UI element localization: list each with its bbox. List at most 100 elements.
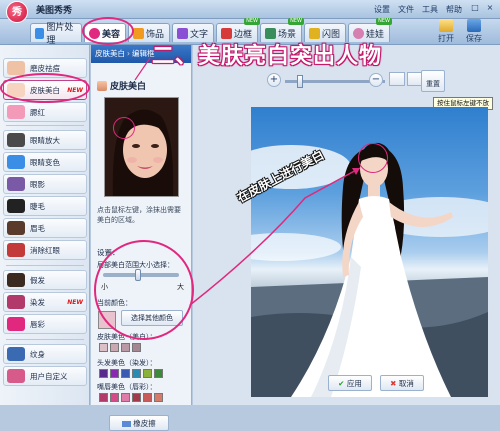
skin-whiten-icon xyxy=(97,80,107,91)
sidebar-divider xyxy=(6,265,84,266)
sidebar-item-label: 眼睛变色 xyxy=(30,157,60,167)
eyebrow-icon xyxy=(7,221,25,235)
panel-title: 皮肤美白 xyxy=(97,79,146,92)
highlight-ring-skin-whiten xyxy=(0,73,90,103)
sidebar-item-label: 染发 xyxy=(30,297,45,307)
eraser-button[interactable]: 橡皮擦 xyxy=(109,415,169,431)
hair-color-swatches xyxy=(99,369,163,378)
save-button[interactable]: 保存 xyxy=(466,19,482,44)
sidebar-item-label: 眼影 xyxy=(30,179,45,189)
frame-icon xyxy=(221,27,232,39)
title-bar: 秀 美图秀秀 设置 文件 工具 帮助 - □ × xyxy=(0,0,500,23)
sidebar-item-label: 眼睛放大 xyxy=(30,135,60,145)
skin-color-swatch[interactable] xyxy=(121,343,130,352)
new-badge: NEW xyxy=(244,18,260,25)
zoom-slider-thumb[interactable] xyxy=(297,75,303,88)
skin-color-swatch[interactable] xyxy=(110,343,119,352)
sidebar-item[interactable]: 眼影 xyxy=(3,174,87,194)
blush-icon xyxy=(7,105,25,119)
hair-color-swatch[interactable] xyxy=(143,369,152,378)
preview-thumbnail xyxy=(104,97,179,197)
step-heading: 二、美肤亮白突出人物 xyxy=(152,44,383,69)
cancel-button[interactable]: ✖ 取消 xyxy=(380,375,424,391)
sidebar-divider xyxy=(6,339,84,340)
new-badge: NEW xyxy=(67,298,83,306)
fit-window-button[interactable] xyxy=(389,72,405,86)
zoom-in-button[interactable]: + xyxy=(267,73,281,87)
hair-color-swatch[interactable] xyxy=(110,369,119,378)
portrait-image xyxy=(105,98,178,196)
sidebar-item[interactable]: 眉毛 xyxy=(3,218,87,238)
sidebar-divider xyxy=(6,125,84,126)
close-button[interactable]: × xyxy=(484,3,496,14)
hair-color-swatch[interactable] xyxy=(132,369,141,378)
lip-color-swatch[interactable] xyxy=(132,393,141,402)
sidebar-item-label: 消除红眼 xyxy=(30,245,60,255)
scene-icon xyxy=(265,27,276,39)
panel-title-text: 皮肤美白 xyxy=(110,82,147,92)
lip-color-label: 嘴唇美色（唇彩）： xyxy=(97,383,157,391)
doll-icon xyxy=(353,27,364,39)
lip-color-swatch[interactable] xyxy=(143,393,152,402)
eye-color-icon xyxy=(7,155,25,169)
sidebar-item[interactable]: 眼睛变色 xyxy=(3,152,87,172)
apply-button[interactable]: ✔ 应用 xyxy=(328,375,372,391)
sidebar-item[interactable]: 眼睛放大 xyxy=(3,130,87,150)
tab-label: 图片处理 xyxy=(46,23,74,46)
skin-color-swatches xyxy=(99,343,141,352)
highlight-ring-color-panel xyxy=(94,240,194,340)
sidebar-item-label: 睫毛 xyxy=(30,201,45,211)
menu-settings[interactable]: 设置 xyxy=(374,4,390,15)
skin-color-swatch[interactable] xyxy=(99,343,108,352)
menu-file[interactable]: 文件 xyxy=(398,4,414,15)
maximize-button[interactable]: □ xyxy=(469,3,481,14)
sidebar-item[interactable]: 染发 NEW xyxy=(3,292,87,312)
highlight-ring-beauty-tab xyxy=(82,17,134,45)
sidebar-item[interactable]: 用户自定义 xyxy=(3,366,87,386)
minimize-button[interactable]: - xyxy=(454,3,466,14)
zoom-out-button[interactable]: − xyxy=(369,73,383,87)
image-icon xyxy=(35,27,45,39)
sidebar-item[interactable]: 纹身 xyxy=(3,344,87,364)
chevron-right-icon: › xyxy=(127,49,130,58)
lip-color-swatch[interactable] xyxy=(121,393,130,402)
skin-smooth-icon xyxy=(7,61,25,75)
sidebar-item-label: 用户自定义 xyxy=(30,371,68,381)
sidebar-item-label: 腮红 xyxy=(30,107,45,117)
sidebar-item[interactable]: 假发 xyxy=(3,270,87,290)
sidebar-item[interactable]: 睫毛 xyxy=(3,196,87,216)
app-title: 美图秀秀 xyxy=(36,6,73,16)
flash-icon xyxy=(309,27,320,39)
lipstick-icon xyxy=(7,317,25,331)
lip-color-swatch[interactable] xyxy=(99,393,108,402)
hair-color-swatch[interactable] xyxy=(121,369,130,378)
lip-color-swatch[interactable] xyxy=(110,393,119,402)
eraser-label: 橡皮擦 xyxy=(133,419,156,428)
sidebar-item-label: 磨皮祛痘 xyxy=(30,63,60,73)
window-controls: - □ × xyxy=(454,3,496,14)
app-logo-icon: 秀 xyxy=(6,1,28,23)
canvas-area: + − 重置 按住鼠标左键不放 ✔ 应用 ✖ 取消 xyxy=(193,45,500,405)
skin-color-swatch[interactable] xyxy=(132,343,141,352)
highlight-ring-face xyxy=(358,143,388,173)
open-label: 打开 xyxy=(438,34,454,43)
folder-icon xyxy=(439,19,453,32)
hair-color-swatch[interactable] xyxy=(154,369,163,378)
reset-button[interactable]: 重置 xyxy=(421,70,445,92)
tab-image-processing[interactable]: 图片处理 xyxy=(30,23,82,46)
eye-enlarge-icon xyxy=(7,133,25,147)
sidebar-item[interactable]: 消除红眼 xyxy=(3,240,87,260)
sidebar-item[interactable]: 唇彩 xyxy=(3,314,87,334)
open-button[interactable]: 打开 xyxy=(438,19,454,44)
lip-color-swatch[interactable] xyxy=(154,393,163,402)
menu-tools[interactable]: 工具 xyxy=(422,4,438,15)
accessory-icon xyxy=(133,27,144,39)
sidebar-item[interactable]: 腮红 xyxy=(3,102,87,122)
help-text: 点击鼠标左键，涂抹出需要美白的区域。 xyxy=(97,206,181,224)
new-badge: NEW xyxy=(376,18,392,25)
save-label: 保存 xyxy=(466,34,482,43)
highlight-ring-preview xyxy=(113,117,135,139)
sidebar-item-label: 唇彩 xyxy=(30,319,45,329)
apply-label: 应用 xyxy=(346,379,362,388)
hair-color-swatch[interactable] xyxy=(99,369,108,378)
